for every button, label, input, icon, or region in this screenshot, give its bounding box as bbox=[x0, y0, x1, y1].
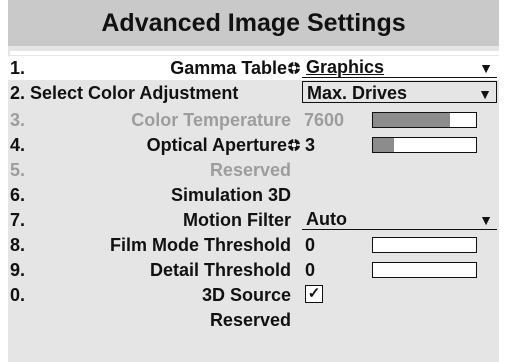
detail-threshold-value: 0 bbox=[305, 260, 316, 280]
gamma-table-dropdown[interactable]: Graphics ▼ bbox=[302, 57, 497, 78]
reserved-row: Reserved bbox=[8, 308, 499, 332]
row-number: 1. bbox=[10, 58, 26, 78]
3d-source-row[interactable]: 0. 3D Source ✓ bbox=[8, 283, 499, 307]
optical-aperture-label: Optical Aperture bbox=[146, 135, 287, 155]
simulation-3d-row[interactable]: 6. Simulation 3D bbox=[8, 183, 499, 207]
3d-source-checkbox[interactable]: ✓ bbox=[305, 285, 323, 303]
color-temperature-slider bbox=[372, 112, 477, 128]
reserved-label: Reserved bbox=[209, 310, 291, 330]
menu-title: Advanced Image Settings bbox=[8, 0, 499, 46]
chevron-down-icon: ▼ bbox=[479, 60, 493, 76]
3d-source-label: 3D Source bbox=[201, 285, 291, 305]
detail-threshold-label: Detail Threshold bbox=[149, 260, 291, 280]
title-divider bbox=[10, 51, 499, 55]
film-mode-threshold-label: Film Mode Threshold bbox=[109, 235, 291, 255]
row-number: 6. bbox=[10, 185, 26, 205]
motion-filter-label: Motion Filter bbox=[183, 210, 291, 230]
row-number: 3. bbox=[10, 110, 26, 130]
simulation-3d-label: Simulation 3D bbox=[170, 185, 291, 205]
film-mode-threshold-slider[interactable] bbox=[372, 237, 477, 253]
chevron-down-icon: ▼ bbox=[479, 212, 493, 228]
chevron-down-icon: ▼ bbox=[478, 86, 492, 102]
gear-icon bbox=[288, 62, 300, 74]
detail-threshold-slider[interactable] bbox=[372, 262, 477, 278]
optical-aperture-row[interactable]: 4. Optical Aperture 3 bbox=[8, 133, 499, 157]
film-mode-threshold-value: 0 bbox=[305, 235, 316, 255]
select-color-adjustment-value: Max. Drives bbox=[307, 83, 408, 103]
optical-aperture-slider[interactable] bbox=[372, 137, 477, 153]
reserved-row: 5. Reserved bbox=[8, 158, 499, 182]
slider-fill bbox=[373, 113, 451, 127]
select-color-adjustment-label: 2. Select Color Adjustment bbox=[10, 83, 239, 103]
detail-threshold-row[interactable]: 9. Detail Threshold 0 bbox=[8, 258, 499, 282]
color-temperature-label: Color Temperature bbox=[131, 110, 291, 130]
reserved-label: Reserved bbox=[209, 160, 291, 180]
row-number: 5. bbox=[10, 160, 26, 180]
row-number: 8. bbox=[10, 235, 26, 255]
gamma-table-row[interactable]: 1. Gamma Table Graphics ▼ bbox=[8, 56, 499, 80]
row-number: 7. bbox=[10, 210, 26, 230]
motion-filter-row[interactable]: 7. Motion Filter Auto ▼ bbox=[8, 208, 499, 232]
row-number: 4. bbox=[10, 135, 26, 155]
motion-filter-value: Auto bbox=[306, 209, 347, 229]
row-number: 9. bbox=[10, 260, 26, 280]
gamma-table-value: Graphics bbox=[306, 57, 385, 77]
color-temperature-row: 3. Color Temperature 7600 bbox=[8, 108, 499, 132]
motion-filter-dropdown[interactable]: Auto ▼ bbox=[302, 209, 497, 230]
select-color-adjustment-row[interactable]: 2. Select Color Adjustment Max. Drives ▼ bbox=[8, 81, 499, 105]
gear-icon bbox=[288, 139, 300, 151]
optical-aperture-value: 3 bbox=[305, 135, 316, 155]
color-temperature-value: 7600 bbox=[304, 110, 345, 130]
select-color-adjustment-dropdown[interactable]: Max. Drives ▼ bbox=[302, 81, 497, 103]
gamma-table-label: Gamma Table bbox=[170, 58, 287, 78]
advanced-image-settings-menu: Advanced Image Settings 1. Gamma Table G… bbox=[8, 0, 499, 362]
film-mode-threshold-row[interactable]: 8. Film Mode Threshold 0 bbox=[8, 233, 499, 257]
slider-fill bbox=[373, 138, 394, 152]
row-number: 0. bbox=[10, 285, 26, 305]
